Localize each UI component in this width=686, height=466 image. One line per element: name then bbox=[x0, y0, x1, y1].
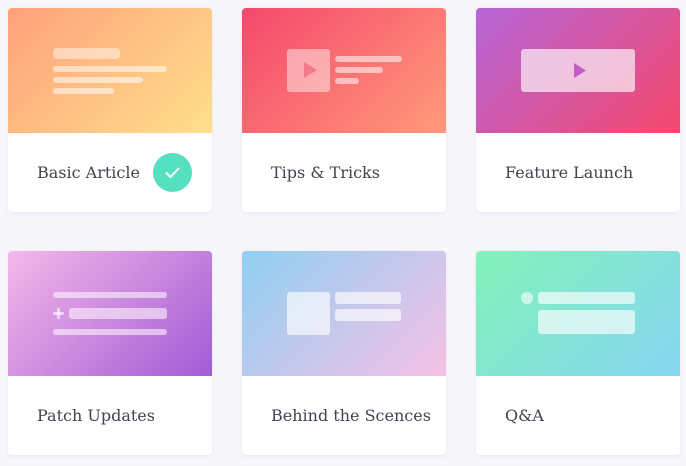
template-title: Patch Updates bbox=[37, 406, 155, 425]
template-title: Q&A bbox=[505, 406, 544, 425]
template-card-behind-the-scenes[interactable]: Behind the Scences bbox=[242, 251, 446, 455]
template-thumbnail bbox=[476, 251, 680, 376]
template-card-basic-article[interactable]: Basic Article bbox=[8, 8, 212, 212]
template-card-patch-updates[interactable]: Patch Updates bbox=[8, 251, 212, 455]
template-title: Feature Launch bbox=[505, 163, 634, 182]
template-card-tips-tricks[interactable]: Tips & Tricks bbox=[242, 8, 446, 212]
checkmark-icon bbox=[153, 153, 192, 192]
template-thumbnail bbox=[8, 8, 212, 133]
template-title: Behind the Scences bbox=[271, 406, 431, 425]
text-line-placeholder bbox=[335, 56, 402, 62]
template-card-footer: Patch Updates bbox=[8, 376, 212, 455]
text-line-placeholder bbox=[335, 292, 401, 304]
template-thumbnail bbox=[242, 8, 446, 133]
text-line-placeholder bbox=[53, 88, 114, 94]
template-title: Tips & Tricks bbox=[271, 163, 380, 182]
template-card-footer: Behind the Scences bbox=[242, 376, 446, 455]
text-line-placeholder bbox=[53, 66, 167, 72]
text-line-placeholder bbox=[335, 67, 383, 73]
template-title: Basic Article bbox=[37, 163, 140, 182]
template-thumbnail bbox=[8, 251, 212, 376]
template-card-footer: Feature Launch bbox=[476, 133, 680, 212]
play-icon bbox=[574, 63, 586, 78]
image-placeholder bbox=[287, 292, 330, 335]
template-card-footer: Tips & Tricks bbox=[242, 133, 446, 212]
template-card-footer: Q&A bbox=[476, 376, 680, 455]
answer-bubble-placeholder bbox=[538, 310, 635, 334]
title-line-placeholder bbox=[53, 48, 120, 59]
template-card-footer: Basic Article bbox=[8, 133, 212, 212]
text-line-placeholder bbox=[53, 77, 143, 83]
text-line-placeholder bbox=[69, 308, 167, 319]
text-line-placeholder bbox=[53, 329, 167, 335]
template-thumbnail bbox=[476, 8, 680, 133]
template-card-feature-launch[interactable]: Feature Launch bbox=[476, 8, 680, 212]
template-card-qa[interactable]: Q&A bbox=[476, 251, 680, 455]
template-thumbnail bbox=[242, 251, 446, 376]
text-line-placeholder bbox=[335, 309, 401, 321]
question-bubble-placeholder bbox=[538, 292, 635, 304]
text-line-placeholder bbox=[335, 78, 359, 84]
